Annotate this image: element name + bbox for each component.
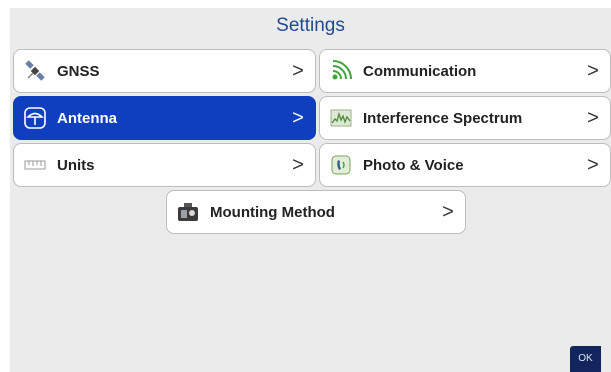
chevron-right-icon: > <box>587 153 599 176</box>
menu-item-photo-voice[interactable]: Photo & Voice > <box>319 143 611 187</box>
menu-item-units[interactable]: Units > <box>13 143 316 187</box>
menu-item-mounting-method[interactable]: Mounting Method > <box>166 190 466 234</box>
mounting-icon <box>176 200 200 224</box>
chevron-right-icon: > <box>292 153 304 176</box>
menu-item-gnss[interactable]: GNSS > <box>13 49 316 93</box>
wireless-signal-icon <box>329 59 353 83</box>
chevron-right-icon: > <box>587 106 599 129</box>
menu-item-label: Units <box>57 156 95 174</box>
spectrum-icon <box>329 106 353 130</box>
settings-screen: Settings GNSS > Communication > Antenna … <box>10 8 611 372</box>
menu-item-label: Antenna <box>57 109 117 127</box>
chevron-right-icon: > <box>442 200 454 223</box>
menu-item-communication[interactable]: Communication > <box>319 49 611 93</box>
chevron-right-icon: > <box>292 59 304 82</box>
ruler-icon <box>23 153 47 177</box>
ok-button[interactable]: OK <box>570 346 601 372</box>
menu-item-label: GNSS <box>57 62 100 80</box>
menu-item-label: Communication <box>363 62 477 80</box>
chevron-right-icon: > <box>587 59 599 82</box>
satellite-icon <box>23 59 47 83</box>
menu-item-label: Interference Spectrum <box>363 109 523 127</box>
menu-item-interference-spectrum[interactable]: Interference Spectrum > <box>319 96 611 140</box>
menu-item-label: Photo & Voice <box>363 156 464 174</box>
menu-item-label: Mounting Method <box>210 203 335 221</box>
page-title: Settings <box>276 15 345 36</box>
photo-voice-icon <box>329 153 353 177</box>
antenna-icon <box>23 106 47 130</box>
menu-item-antenna[interactable]: Antenna > <box>13 96 316 140</box>
chevron-right-icon: > <box>292 106 304 129</box>
